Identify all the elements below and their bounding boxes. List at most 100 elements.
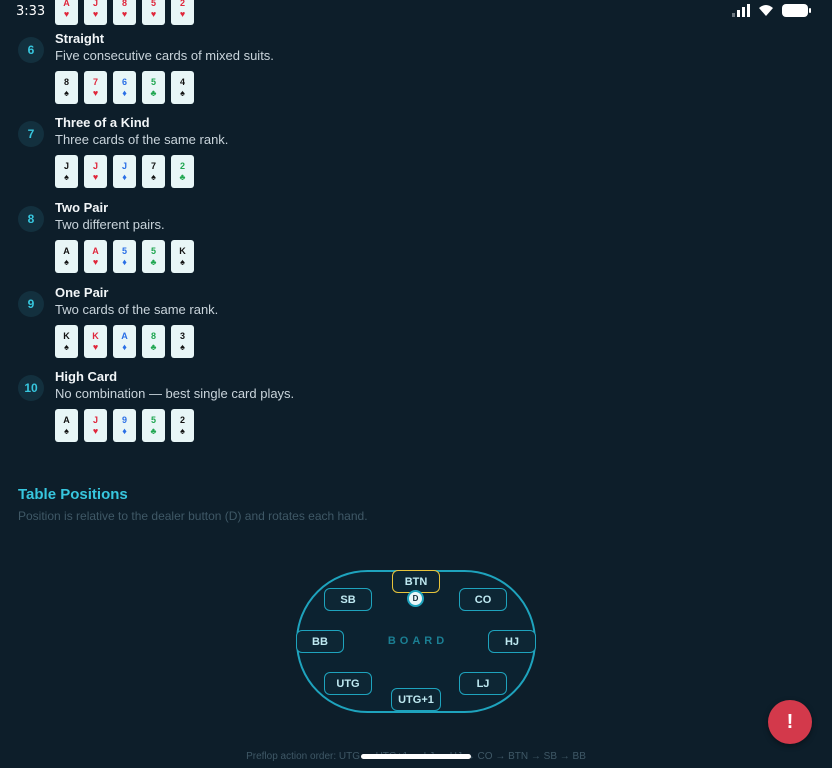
card-rank: J xyxy=(92,0,98,8)
card-suit-icon: ♥ xyxy=(121,8,128,19)
card-suit-icon: ♥ xyxy=(92,8,99,19)
section-subtitle: Position is relative to the dealer butto… xyxy=(18,509,368,523)
card-rank: A xyxy=(63,0,70,8)
playing-card: 5 ♦ xyxy=(113,240,136,273)
seat-lj[interactable]: LJ xyxy=(459,672,507,695)
playing-card: 3 ♠ xyxy=(171,325,194,358)
playing-card: 9 ♦ xyxy=(113,409,136,442)
hand-ranking-item: 9 One Pair Two cards of the same rank. K ♠ K ♥… xyxy=(18,285,798,371)
card-rank: J xyxy=(92,414,98,425)
card-rank: 7 xyxy=(150,160,156,171)
playing-card: 8 ♣ xyxy=(142,325,165,358)
card-rank: 5 xyxy=(150,0,156,8)
card-rank: 3 xyxy=(179,330,185,341)
hand-description: Two cards of the same rank. xyxy=(55,302,219,317)
home-indicator[interactable] xyxy=(361,754,471,759)
card-rank: A xyxy=(63,245,70,256)
playing-card: A ♠ xyxy=(55,409,78,442)
card-rank: A xyxy=(63,414,70,425)
playing-card: A ♠ xyxy=(55,240,78,273)
card-suit-icon: ♥ xyxy=(63,8,70,19)
playing-card: 2 ♠ xyxy=(171,409,194,442)
seat-bb[interactable]: BB xyxy=(296,630,344,653)
card-row: 8 ♠ 7 ♥ 6 ♦ 5 ♣ 4 ♠ xyxy=(55,71,194,104)
card-rank: 5 xyxy=(150,245,156,256)
card-suit-icon: ♠ xyxy=(180,341,185,352)
playing-card: K ♠ xyxy=(171,240,194,273)
card-rank: K xyxy=(179,245,186,256)
dealer-button-icon: D xyxy=(407,590,424,607)
playing-card: 5 ♣ xyxy=(142,240,165,273)
card-suit-icon: ♠ xyxy=(151,171,156,182)
card-suit-icon: ♦ xyxy=(122,256,127,267)
card-rank: 9 xyxy=(121,414,127,425)
hand-name: Straight xyxy=(55,31,105,46)
hand-ranking-item: 10 High Card No combination — best single … xyxy=(18,369,798,455)
card-suit-icon: ♥ xyxy=(179,8,186,19)
wifi-icon xyxy=(759,5,773,16)
card-suit-icon: ♣ xyxy=(150,87,157,98)
card-rank: 5 xyxy=(150,76,156,87)
seat-utg1[interactable]: UTG+1 xyxy=(391,688,441,711)
card-row: A ♠ A ♥ 5 ♦ 5 ♣ K ♠ xyxy=(55,240,194,273)
playing-card: A ♥ xyxy=(84,240,107,273)
seat-co[interactable]: CO xyxy=(459,588,507,611)
card-rank: 6 xyxy=(121,76,127,87)
hand-rank-badge: 8 xyxy=(18,206,44,232)
card-suit-icon: ♠ xyxy=(64,425,69,436)
card-suit-icon: ♥ xyxy=(92,256,99,267)
card-suit-icon: ♣ xyxy=(150,341,157,352)
hand-description: No combination — best single card plays. xyxy=(55,386,295,401)
card-suit-icon: ♣ xyxy=(179,171,186,182)
card-rank: 7 xyxy=(92,76,98,87)
playing-card: J ♠ xyxy=(55,155,78,188)
hand-rank-badge: 9 xyxy=(18,291,44,317)
playing-card: 8 ♥ xyxy=(113,0,136,25)
card-row: A ♠ J ♥ 9 ♦ 5 ♣ 2 ♠ xyxy=(55,409,194,442)
card-suit-icon: ♠ xyxy=(64,341,69,352)
card-rank: J xyxy=(92,160,98,171)
card-rank: 8 xyxy=(150,330,156,341)
card-rank: A xyxy=(92,245,99,256)
hand-ranking-item: 6 Straight Five consecutive cards of mixed… xyxy=(18,31,798,117)
card-rank: 5 xyxy=(150,414,156,425)
card-rank: J xyxy=(121,160,127,171)
playing-card: J ♥ xyxy=(84,0,107,25)
seat-hj[interactable]: HJ xyxy=(488,630,536,653)
flush-card-row: A ♥ J ♥ 8 ♥ 5 ♥ 2 ♥ xyxy=(55,0,194,25)
card-suit-icon: ♠ xyxy=(180,425,185,436)
playing-card: A ♦ xyxy=(113,325,136,358)
status-icons xyxy=(732,4,811,17)
playing-card: 7 ♠ xyxy=(142,155,165,188)
playing-card: K ♥ xyxy=(84,325,107,358)
card-suit-icon: ♦ xyxy=(122,171,127,182)
alert-fab-button[interactable]: ! xyxy=(768,700,812,744)
playing-card: 2 ♥ xyxy=(171,0,194,25)
section-title: Table Positions xyxy=(18,486,128,503)
card-rank: 4 xyxy=(179,76,185,87)
card-suit-icon: ♣ xyxy=(150,425,157,436)
card-suit-icon: ♦ xyxy=(122,425,127,436)
hand-rank-badge: 7 xyxy=(18,121,44,147)
cellular-signal-icon xyxy=(732,4,750,17)
hand-description: Two different pairs. xyxy=(55,217,165,232)
card-suit-icon: ♠ xyxy=(64,171,69,182)
playing-card: 5 ♣ xyxy=(142,409,165,442)
hand-ranking-item: 7 Three of a Kind Three cards of the same … xyxy=(18,115,798,201)
seat-sb[interactable]: SB xyxy=(324,588,372,611)
card-suit-icon: ♠ xyxy=(64,256,69,267)
playing-card: 7 ♥ xyxy=(84,71,107,104)
card-suit-icon: ♥ xyxy=(92,171,99,182)
hand-name: Two Pair xyxy=(55,200,109,215)
card-rank: 2 xyxy=(179,414,185,425)
playing-card: 2 ♣ xyxy=(171,155,194,188)
card-suit-icon: ♠ xyxy=(180,256,185,267)
playing-card: 8 ♠ xyxy=(55,71,78,104)
card-suit-icon: ♥ xyxy=(92,341,99,352)
playing-card: 4 ♠ xyxy=(171,71,194,104)
playing-card: J ♥ xyxy=(84,155,107,188)
hand-rank-badge: 10 xyxy=(18,375,44,401)
hand-ranking-item: 8 Two Pair Two different pairs. A ♠ A ♥ 5 ♦ 5 ♣ K ♠ xyxy=(18,200,798,286)
card-rank: 2 xyxy=(179,0,185,8)
seat-utg[interactable]: UTG xyxy=(324,672,372,695)
